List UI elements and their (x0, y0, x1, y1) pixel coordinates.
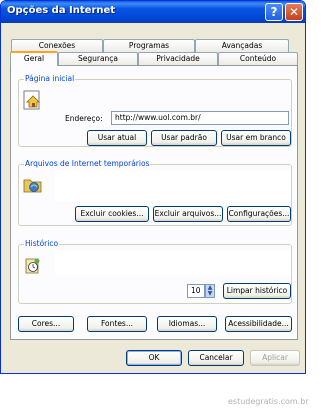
history-label: Histórico (24, 239, 60, 248)
history-group: Histórico 10 ▲ ▼ Limpar histórico (18, 239, 292, 304)
use-current-button[interactable]: Usar atual (87, 130, 147, 146)
apply-button[interactable]: Aplicar (250, 350, 300, 366)
tab-geral[interactable]: Geral (10, 51, 58, 66)
languages-button[interactable]: Idiomas... (157, 316, 217, 332)
home-page-label: Página inicial (24, 74, 76, 83)
temp-files-info-area (55, 171, 291, 201)
history-info-area (55, 251, 291, 275)
home-icon (23, 90, 43, 112)
general-tab-panel: Página inicial Endereço: http://www.uol.… (10, 65, 298, 340)
tab-privacidade[interactable]: Privacidade (138, 52, 218, 65)
tab-programas[interactable]: Programas (103, 39, 195, 52)
use-blank-button[interactable]: Usar em branco (221, 130, 291, 146)
history-days-field[interactable]: 10 (187, 284, 205, 298)
ok-button[interactable]: OK (126, 350, 182, 366)
accessibility-button[interactable]: Acessibilidade... (225, 316, 292, 332)
address-label: Endereço: (65, 114, 103, 123)
close-button[interactable]: ✕ (285, 3, 303, 21)
colors-button[interactable]: Cores... (18, 316, 74, 332)
cancel-button[interactable]: Cancelar (188, 350, 244, 366)
tab-seguranca[interactable]: Segurança (58, 52, 138, 65)
history-days-spinner[interactable]: ▲ ▼ (205, 284, 215, 298)
clear-history-button[interactable]: Limpar histórico (223, 283, 291, 299)
temp-files-label: Arquivos de Internet temporários (24, 159, 151, 168)
tab-avancadas[interactable]: Avançadas (195, 39, 289, 52)
internet-options-window: Opções da Internet ? ✕ Conexões Programa… (0, 0, 306, 374)
home-page-group: Página inicial Endereço: http://www.uol.… (18, 74, 292, 147)
delete-cookies-button[interactable]: Excluir cookies... (75, 206, 149, 222)
watermark-text: estudegratis.com.br (228, 397, 309, 406)
window-title: Opções da Internet (7, 5, 116, 16)
fonts-button[interactable]: Fontes... (87, 316, 147, 332)
temp-files-group: Arquivos de Internet temporários Excluir… (18, 159, 292, 226)
history-icon (23, 255, 43, 277)
use-default-button[interactable]: Usar padrão (151, 130, 217, 146)
delete-files-button[interactable]: Excluir arquivos... (153, 206, 223, 222)
title-bar[interactable]: Opções da Internet ? ✕ (1, 1, 305, 23)
settings-button[interactable]: Configurações... (227, 206, 291, 222)
help-button[interactable]: ? (265, 3, 283, 21)
address-field[interactable]: http://www.uol.com.br/ (111, 111, 289, 125)
folder-icon (23, 175, 43, 197)
tab-conteudo[interactable]: Conteúdo (218, 52, 298, 65)
